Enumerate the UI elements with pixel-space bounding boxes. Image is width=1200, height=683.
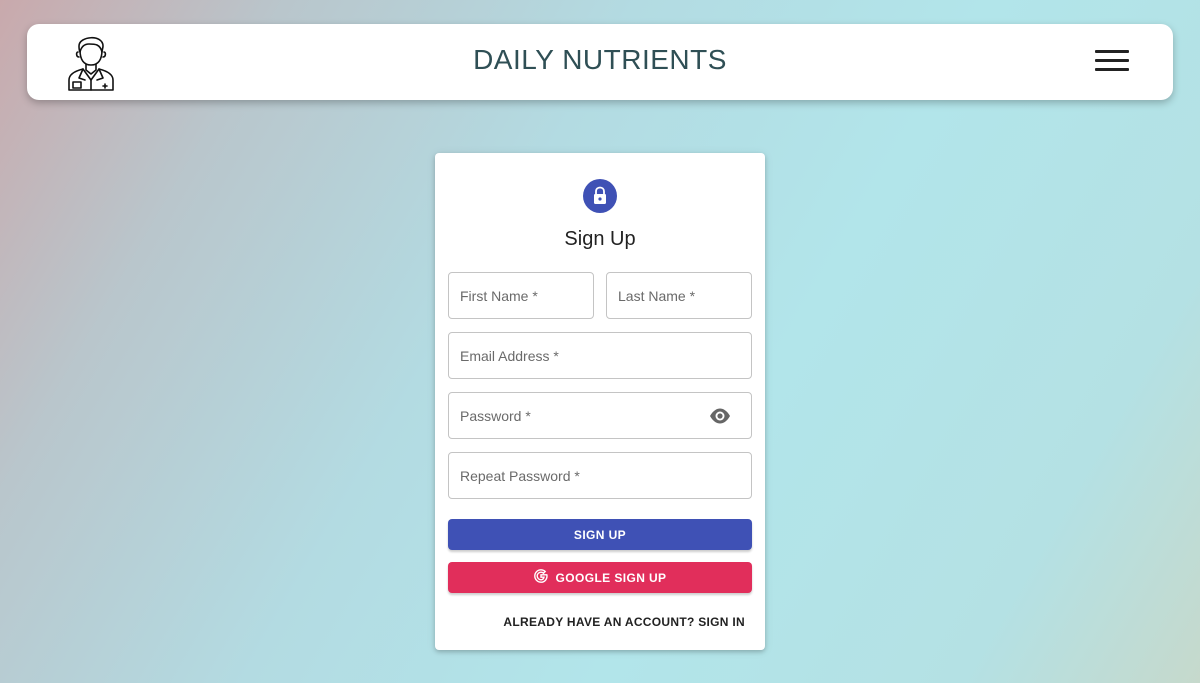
signup-button-label: SIGN UP	[573, 527, 627, 542]
first-name-input[interactable]	[449, 273, 593, 318]
google-signup-label: GOOGLE SIGN UP	[555, 570, 667, 585]
signup-button[interactable]: SIGN UP	[448, 519, 752, 550]
email-input[interactable]	[449, 333, 751, 378]
form-title: Sign Up	[564, 228, 636, 250]
signin-link[interactable]: ALREADY HAVE AN ACCOUNT? SIGN IN	[503, 615, 745, 629]
app-title: DAILY NUTRIENTS	[473, 44, 727, 75]
email-field	[448, 332, 752, 379]
last-name-input[interactable]	[607, 273, 751, 318]
password-input[interactable]	[449, 393, 751, 438]
google-icon	[533, 569, 548, 586]
lock-icon	[583, 179, 617, 213]
google-signup-button[interactable]: GOOGLE SIGN UP	[448, 562, 752, 593]
app-header: DAILY NUTRIENTS	[27, 24, 1173, 100]
password-field	[448, 392, 752, 439]
last-name-field	[606, 272, 752, 319]
signup-card: Sign Up SIGN UP GOOGLE SIGN UP ALREA	[435, 153, 765, 650]
eye-icon[interactable]	[709, 407, 731, 425]
repeat-password-input[interactable]	[449, 453, 751, 498]
hamburger-menu-icon[interactable]	[1095, 50, 1131, 74]
first-name-field	[448, 272, 594, 319]
repeat-password-field	[448, 452, 752, 499]
